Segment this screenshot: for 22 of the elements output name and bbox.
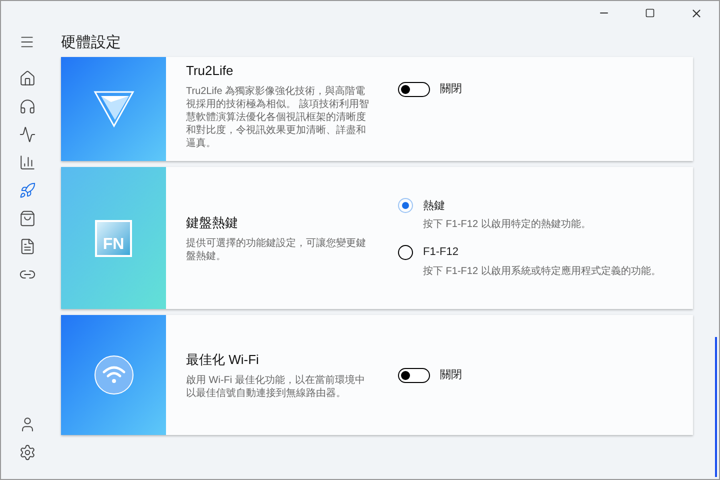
radio-label: F1-F12 (423, 245, 458, 260)
feature-title: 鍵盤熱鍵 (186, 214, 239, 232)
radio-label: 熱鍵 (423, 198, 445, 214)
close-icon[interactable] (690, 6, 702, 20)
feature-description: 提供可選擇的功能鍵設定，可讓您變更鍵盤熱鍵。 (186, 236, 367, 263)
toggle-switch[interactable] (398, 82, 430, 97)
toggle-switch[interactable] (398, 368, 430, 382)
radio-hint: 按下 F1-F12 以啟用特定的熱鍵功能。 (422, 218, 592, 232)
radio-button[interactable] (398, 244, 413, 260)
wifi-icon (94, 355, 134, 395)
scrollbar-thumb[interactable] (715, 337, 717, 477)
feature-title: 最佳化 Wi-Fi (186, 351, 260, 370)
fn-key-icon: FN (95, 220, 132, 256)
feature-description: 啟用 Wi-Fi 最佳化功能，以在當前環境中以最佳信號自動連接到無線路由器。 (186, 374, 366, 400)
toggle-label: 關閉 (440, 82, 462, 97)
feature-title: Tru2Life (186, 62, 234, 80)
feature-description: Tru2Life 為獨家影像強化技術，與高階電視採用的技術極為相似。 該項技術利用智慧軟體演算法優化各個視訊框架的清晰度和對比度，令視訊效果更加清晰、詳盡和逼真。 (186, 84, 370, 150)
maximize-icon[interactable] (645, 8, 655, 18)
toggle-label: 關閉 (440, 368, 462, 383)
triangle-logo-icon (92, 90, 134, 128)
page-title: 硬體設定 (61, 33, 121, 53)
radio-hint: 按下 F1-F12 以啟用系統或特定應用程式定義的功能。 (422, 264, 662, 278)
